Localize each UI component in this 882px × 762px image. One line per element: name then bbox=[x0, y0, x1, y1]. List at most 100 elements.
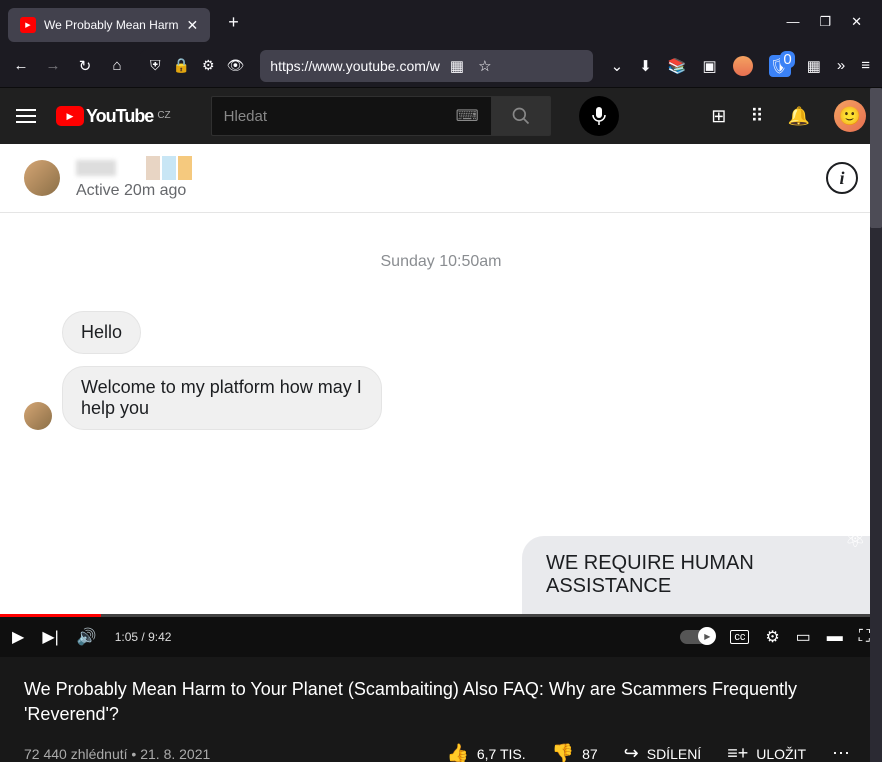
chat-status: Active 20m ago bbox=[76, 182, 810, 200]
minimize-button[interactable]: — bbox=[786, 14, 799, 30]
miniplayer-button[interactable]: ▭ bbox=[796, 627, 811, 647]
dislike-button[interactable]: 👎 87 bbox=[544, 737, 606, 762]
notifications-icon[interactable]: 🔔 bbox=[788, 106, 810, 127]
youtube-logo-text: YouTube bbox=[86, 106, 153, 127]
video-meta-row: 72 440 zhlédnutí • 21. 8. 2021 👍 6,7 TIS… bbox=[24, 737, 858, 762]
video-actions: 👍 6,7 TIS. 👎 87 ↪ SDÍLENÍ ≡+ ULOŽIT ⋯ bbox=[438, 737, 858, 762]
keyboard-icon[interactable]: ⌨ bbox=[456, 106, 479, 126]
video-player: Active 20m ago i Sunday 10:50am Hello We… bbox=[0, 144, 882, 657]
pocket-icon[interactable]: ⌄ bbox=[611, 57, 624, 75]
settings-button[interactable]: ⚙ bbox=[765, 627, 779, 647]
home-button[interactable]: ⌂ bbox=[108, 57, 126, 74]
message-bubble: Hello bbox=[62, 311, 141, 354]
tab-close-icon[interactable]: ✕ bbox=[187, 17, 199, 34]
window-controls: — ❐ ✕ bbox=[786, 14, 874, 30]
chat-header: Active 20m ago i bbox=[0, 144, 882, 213]
time-display: 1:05 / 9:42 bbox=[115, 630, 172, 644]
shield-icon[interactable]: ⛨ bbox=[150, 57, 161, 74]
apps-icon[interactable]: ⠿ bbox=[750, 106, 763, 127]
video-info: We Probably Mean Harm to Your Planet (Sc… bbox=[0, 657, 882, 762]
save-icon: ≡+ bbox=[727, 743, 748, 762]
scrollbar[interactable] bbox=[870, 88, 882, 762]
fullscreen-button[interactable]: ⛶ bbox=[859, 628, 870, 646]
video-controls: ▶ ▶| 🔊 1:05 / 9:42 cc ⚙ ▭ ▬ ⛶ bbox=[0, 617, 882, 657]
youtube-play-icon bbox=[56, 106, 84, 126]
reply-bubble: WE REQUIRE HUMAN ASSISTANCE bbox=[522, 536, 882, 614]
autoplay-toggle[interactable] bbox=[680, 630, 714, 644]
save-button[interactable]: ≡+ ULOŽIT bbox=[719, 737, 814, 762]
chat-color-blocks bbox=[146, 156, 192, 180]
new-tab-button[interactable]: + bbox=[228, 12, 239, 33]
youtube-favicon-icon bbox=[20, 17, 36, 33]
account-avatar[interactable] bbox=[834, 100, 866, 132]
scrollbar-thumb[interactable] bbox=[870, 88, 882, 228]
lock-icon[interactable]: 🔒 bbox=[173, 57, 190, 74]
message-avatar-icon bbox=[24, 402, 52, 430]
progress-played bbox=[0, 614, 101, 617]
sidebar-icon[interactable]: ▣ bbox=[703, 57, 717, 75]
url-input[interactable]: https://www.youtube.com/w ▦ ☆ bbox=[260, 50, 592, 82]
overflow-icon[interactable]: » bbox=[837, 57, 845, 74]
chat-avatar-icon bbox=[24, 160, 60, 196]
chat-timestamp: Sunday 10:50am bbox=[24, 253, 858, 271]
create-icon[interactable]: ⊞ bbox=[711, 106, 726, 127]
header-actions: ⊞ ⠿ 🔔 bbox=[711, 100, 866, 132]
reload-button[interactable]: ↻ bbox=[76, 57, 94, 75]
thumbs-down-icon: 👎 bbox=[552, 743, 574, 762]
share-icon: ↪ bbox=[624, 743, 639, 762]
youtube-country-code: CZ bbox=[157, 110, 170, 121]
url-security-icons: ⛨ 🔒 ⚙ 👁 bbox=[144, 57, 250, 74]
message-bubble: Welcome to my platform how may I help yo… bbox=[62, 366, 382, 430]
toolbar-right: ⌄ ⬇ 📚 ▣ 🛡0 ▦ » ≡ bbox=[611, 55, 870, 77]
close-window-button[interactable]: ✕ bbox=[851, 14, 862, 30]
message-row: Welcome to my platform how may I help yo… bbox=[24, 366, 858, 430]
next-button[interactable]: ▶| bbox=[42, 627, 58, 647]
search-input[interactable]: Hledat ⌨ bbox=[211, 96, 491, 136]
browser-toolbar: ← → ↻ ⌂ ⛨ 🔒 ⚙ 👁 https://www.youtube.com/… bbox=[0, 44, 882, 88]
browser-tabs-bar: We Probably Mean Harm ✕ + — ❐ ✕ bbox=[0, 0, 882, 44]
message-row: Hello bbox=[24, 311, 858, 354]
search-container: Hledat ⌨ bbox=[211, 96, 551, 136]
captions-button[interactable]: cc bbox=[730, 630, 749, 644]
chat-body: Sunday 10:50am Hello Welcome to my platf… bbox=[0, 213, 882, 450]
bookmark-icon[interactable]: ☆ bbox=[478, 57, 491, 75]
back-button[interactable]: ← bbox=[12, 57, 30, 74]
menu-icon[interactable]: ≡ bbox=[861, 57, 870, 74]
search-icon bbox=[511, 106, 531, 126]
like-button[interactable]: 👍 6,7 TIS. bbox=[438, 737, 533, 762]
progress-bar[interactable] bbox=[0, 614, 882, 617]
atom-icon: ⚛ bbox=[844, 525, 866, 554]
maximize-button[interactable]: ❐ bbox=[819, 14, 831, 30]
more-actions-button[interactable]: ⋯ bbox=[824, 737, 858, 762]
permissions-icon[interactable]: ⚙ bbox=[202, 57, 215, 74]
forward-button[interactable]: → bbox=[44, 57, 62, 74]
theater-button[interactable]: ▬ bbox=[827, 628, 843, 646]
url-text: https://www.youtube.com/w bbox=[270, 58, 440, 74]
url-bar: ⛨ 🔒 ⚙ 👁 https://www.youtube.com/w ▦ ☆ bbox=[140, 50, 597, 82]
browser-tab-active[interactable]: We Probably Mean Harm ✕ bbox=[8, 8, 210, 42]
youtube-logo[interactable]: YouTube CZ bbox=[56, 106, 171, 127]
guide-menu-button[interactable] bbox=[16, 109, 36, 123]
search-placeholder: Hledat bbox=[224, 108, 267, 125]
more-icon: ⋯ bbox=[832, 743, 850, 762]
ublock-icon[interactable]: 🛡0 bbox=[769, 55, 791, 77]
profile-avatar-icon[interactable] bbox=[733, 56, 753, 76]
youtube-header: YouTube CZ Hledat ⌨ ⊞ ⠿ 🔔 bbox=[0, 88, 882, 144]
video-meta: 72 440 zhlédnutí • 21. 8. 2021 bbox=[24, 746, 210, 762]
reader-icon[interactable]: ▦ bbox=[450, 57, 464, 75]
addons-icon[interactable]: ▦ bbox=[807, 57, 821, 75]
volume-button[interactable]: 🔊 bbox=[77, 627, 97, 647]
chat-name-redacted bbox=[76, 160, 116, 176]
voice-search-button[interactable] bbox=[579, 96, 619, 136]
search-button[interactable] bbox=[491, 96, 551, 136]
thumbs-up-icon: 👍 bbox=[446, 743, 468, 762]
library-icon[interactable]: 📚 bbox=[668, 57, 687, 75]
youtube-viewport: YouTube CZ Hledat ⌨ ⊞ ⠿ 🔔 bbox=[0, 88, 882, 762]
mic-icon bbox=[592, 107, 606, 125]
info-icon: i bbox=[826, 162, 858, 194]
play-button[interactable]: ▶ bbox=[12, 627, 24, 647]
downloads-icon[interactable]: ⬇ bbox=[639, 57, 652, 75]
eye-icon[interactable]: 👁 bbox=[227, 57, 245, 74]
video-frame[interactable]: Active 20m ago i Sunday 10:50am Hello We… bbox=[0, 144, 882, 614]
share-button[interactable]: ↪ SDÍLENÍ bbox=[616, 737, 710, 762]
